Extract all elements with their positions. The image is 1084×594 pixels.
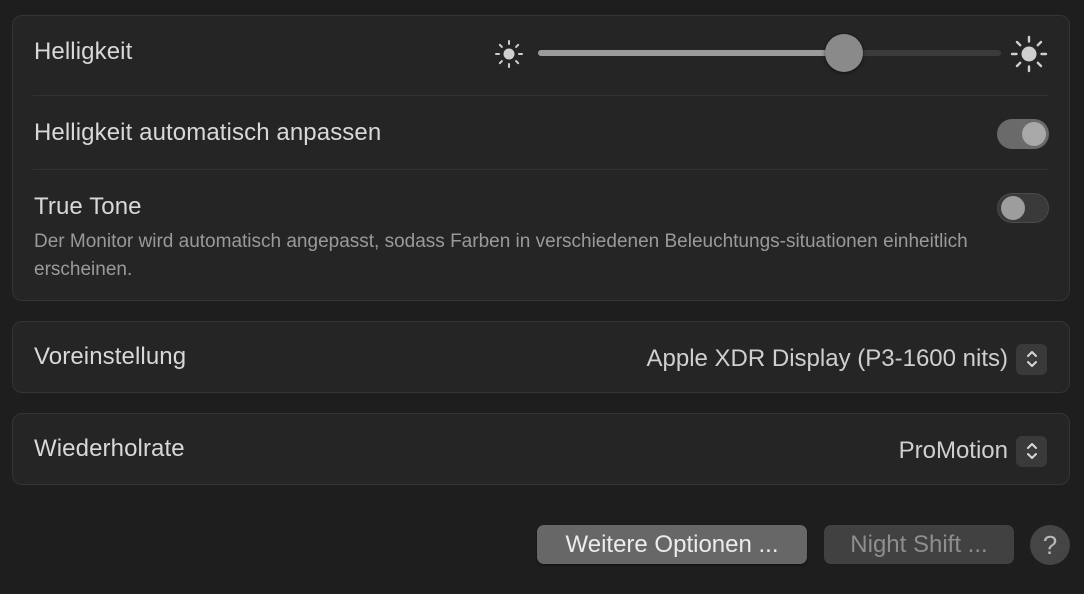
chevron-updown-icon <box>1016 435 1047 467</box>
divider <box>33 169 1049 170</box>
brightness-slider[interactable] <box>538 34 1001 72</box>
sun-large-icon <box>1010 35 1048 73</box>
toggle-knob <box>1022 122 1046 146</box>
preset-popup[interactable]: Apple XDR Display (P3-1600 nits) <box>646 343 1047 375</box>
preset-label: Voreinstellung <box>34 343 187 370</box>
refresh-rate-value: ProMotion <box>898 437 1008 464</box>
divider <box>33 95 1049 96</box>
preset-value: Apple XDR Display (P3-1600 nits) <box>646 345 1009 372</box>
brightness-label: Helligkeit <box>34 38 133 65</box>
chevron-updown-icon <box>1016 343 1047 375</box>
true-tone-toggle[interactable] <box>997 193 1049 223</box>
auto-brightness-label: Helligkeit automatisch anpassen <box>34 119 382 146</box>
brightness-slider-knob[interactable] <box>824 34 863 72</box>
toggle-knob <box>1001 196 1025 220</box>
auto-brightness-toggle[interactable] <box>997 119 1049 149</box>
refresh-rate-popup[interactable]: ProMotion <box>899 435 1047 467</box>
help-button[interactable]: ? <box>1030 525 1070 565</box>
true-tone-label: True Tone <box>34 193 142 220</box>
refresh-rate-label: Wiederholrate <box>34 435 185 462</box>
refresh-rate-group: Wiederholrate ProMotion <box>12 413 1070 485</box>
display-settings-group: Helligkeit Helligkeit automatisch anpass… <box>12 15 1070 301</box>
night-shift-button[interactable]: Night Shift ... <box>824 525 1014 564</box>
preset-group: Voreinstellung Apple XDR Display (P3-160… <box>12 321 1070 393</box>
brightness-slider-fill <box>538 50 844 56</box>
sun-small-icon <box>495 40 523 68</box>
true-tone-description: Der Monitor wird automatisch angepasst, … <box>34 231 968 280</box>
more-options-button[interactable]: Weitere Optionen ... <box>537 525 807 564</box>
